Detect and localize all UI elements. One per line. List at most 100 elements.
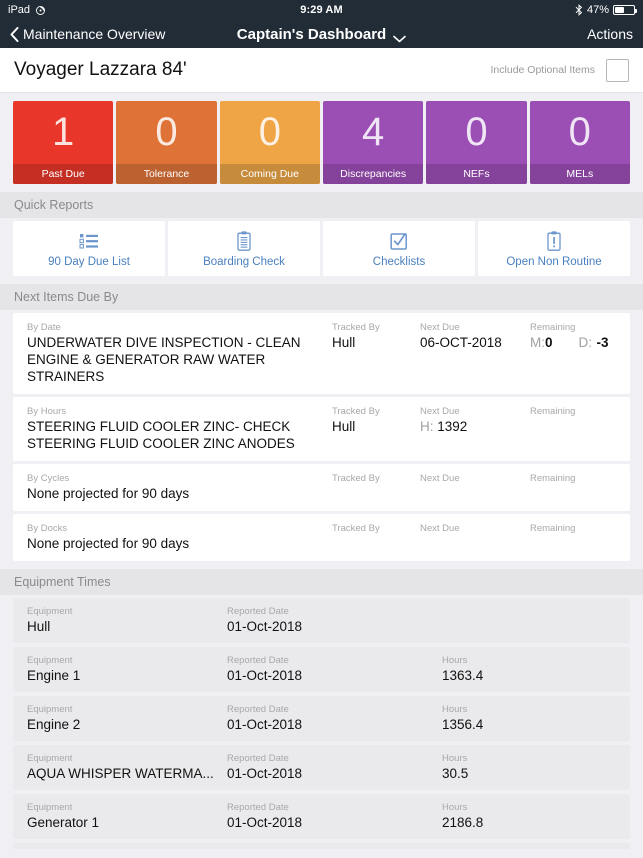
hours-label: Hours [442, 753, 468, 764]
hours-label: Hours [442, 655, 468, 666]
hours-column: Hours 1356.4 [442, 703, 616, 733]
next-item-title-column: By Cycles None projected for 90 days [27, 472, 332, 502]
equipment-value: Hull [27, 619, 51, 634]
clipboard-icon [233, 230, 255, 252]
equipment-name-column: Equipment AQUA WHISPER WATERMA... [27, 752, 227, 782]
status-bar-right: 47% [575, 4, 637, 16]
actions-button[interactable]: Actions [587, 26, 633, 42]
status-bar-time: 9:29 AM [300, 4, 343, 16]
tile-label: Coming Due [219, 164, 320, 184]
include-optional-items-checkbox[interactable] [606, 58, 629, 82]
quick-report-label: Checklists [372, 255, 426, 268]
back-button-label: Maintenance Overview [23, 26, 166, 42]
equipment-name-column: Equipment Generator 1 [27, 801, 227, 831]
equipment-row-aqua-whisper-watermaker[interactable]: Equipment AQUA WHISPER WATERMA... Report… [13, 745, 630, 790]
battery-icon [613, 5, 637, 15]
reported-date-column: Reported Date 01-Oct-2018 [227, 801, 442, 831]
remaining-label: Remaining [530, 406, 576, 417]
equipment-value: Engine 2 [27, 717, 81, 732]
next-item-row-by-hours[interactable]: By Hours STEERING FLUID COOLER ZINC- CHE… [13, 397, 630, 461]
tracked-by-value: Hull [332, 335, 356, 350]
reported-date-value: 01-Oct-2018 [227, 815, 303, 830]
quick-report-open-non-routine[interactable]: Open Non Routine [478, 221, 630, 276]
equipment-value: AQUA WHISPER WATERMA... [27, 766, 214, 781]
remaining-label: Remaining [530, 322, 576, 333]
remaining-days-value: -3 [596, 335, 609, 350]
status-tile-nefs[interactable]: 0 NEFs [426, 101, 527, 184]
reported-date-value: 01-Oct-2018 [227, 717, 303, 732]
reported-date-label: Reported Date [227, 802, 289, 813]
tile-value: 0 [258, 109, 281, 154]
next-item-tracked-by-column: Tracked By Hull [332, 405, 420, 452]
equipment-row-hull[interactable]: Equipment Hull Reported Date 01-Oct-2018 [13, 598, 630, 643]
next-item-kind: By Hours [27, 406, 67, 417]
reported-date-column: Reported Date 01-Oct-2018 [227, 654, 442, 684]
tracked-by-label: Tracked By [332, 523, 380, 534]
next-item-row-by-cycles[interactable]: By Cycles None projected for 90 days Tra… [13, 464, 630, 511]
next-due-label: Next Due [420, 322, 460, 333]
quick-report-label: 90 Day Due List [48, 255, 130, 268]
equipment-row-partial[interactable] [13, 843, 630, 849]
tile-value: 0 [465, 109, 488, 154]
hours-label: Hours [442, 704, 468, 715]
reported-date-column: Reported Date 01-Oct-2018 [227, 703, 442, 733]
tile-value: 4 [362, 109, 385, 154]
quick-report-90-day-due-list[interactable]: 90 Day Due List [13, 221, 165, 276]
next-item-tracked-by-column: Tracked By [332, 522, 420, 552]
chevron-down-icon[interactable] [393, 30, 407, 43]
next-item-title: STEERING FLUID COOLER ZINC- CHECK STEERI… [27, 419, 295, 451]
next-due-label: Next Due [420, 473, 460, 484]
next-item-kind: By Date [27, 322, 61, 333]
page-title: Captain's Dashboard [236, 25, 387, 43]
next-item-next-due-column: Next Due H: 1392 [420, 405, 530, 452]
next-item-row-by-date[interactable]: By Date UNDERWATER DIVE INSPECTION - CLE… [13, 313, 630, 394]
next-item-row-by-docks[interactable]: By Docks None projected for 90 days Trac… [13, 514, 630, 561]
status-tile-coming-due[interactable]: 0 Coming Due [219, 101, 320, 184]
reported-date-column: Reported Date 01-Oct-2018 [227, 752, 442, 782]
quick-report-boarding-check[interactable]: Boarding Check [168, 221, 320, 276]
hours-value: 30.5 [442, 766, 469, 781]
next-item-remaining-column: Remaining [530, 472, 616, 502]
equipment-row-engine-1[interactable]: Equipment Engine 1 Reported Date 01-Oct-… [13, 647, 630, 692]
tile-label: Discrepancies [322, 164, 424, 184]
chevron-left-icon [10, 26, 19, 42]
clipboard-alert-icon [543, 230, 565, 252]
checkbox-check-icon [388, 230, 410, 252]
hours-label: Hours [442, 802, 468, 813]
equipment-row-engine-2[interactable]: Equipment Engine 2 Reported Date 01-Oct-… [13, 696, 630, 741]
equipment-name-column: Equipment Engine 2 [27, 703, 227, 733]
status-tile-discrepancies[interactable]: 4 Discrepancies [322, 101, 424, 184]
next-due-prefix: H: [420, 419, 434, 434]
status-tiles: 1 Past Due 0 Tolerance 0 Coming Due 4 Di… [0, 93, 643, 184]
remaining-values: M:0 D: -3 [530, 334, 616, 352]
remaining-months-key: M: [530, 335, 545, 350]
equipment-row-generator-1[interactable]: Equipment Generator 1 Reported Date 01-O… [13, 794, 630, 839]
hours-value: 2186.8 [442, 815, 484, 830]
equipment-value: Engine 1 [27, 668, 81, 683]
status-tile-tolerance[interactable]: 0 Tolerance [116, 101, 217, 184]
quick-report-label: Boarding Check [203, 255, 285, 268]
equipment-label: Equipment [27, 753, 73, 764]
back-button[interactable]: Maintenance Overview [10, 26, 165, 42]
next-item-kind: By Cycles [27, 473, 70, 484]
next-item-next-due-column: Next Due [420, 472, 530, 502]
next-item-tracked-by-column: Tracked By Hull [332, 321, 420, 385]
tile-value: 0 [568, 109, 591, 154]
status-tile-mels[interactable]: 0 MELs [529, 101, 630, 184]
quick-report-checklists[interactable]: Checklists [323, 221, 475, 276]
equipment-name-column: Equipment Hull [27, 605, 227, 635]
equipment-times-list: Equipment Hull Reported Date 01-Oct-2018… [0, 595, 643, 849]
equipment-label: Equipment [27, 606, 73, 617]
navigation-bar: Maintenance Overview Captain's Dashboard… [0, 20, 643, 48]
next-due-label: Next Due [420, 406, 460, 417]
reported-date-label: Reported Date [227, 704, 289, 715]
next-item-remaining-column: Remaining M:0 D: -3 [530, 321, 616, 385]
hours-value: 1356.4 [442, 717, 484, 732]
tile-value: 0 [155, 109, 178, 154]
reported-date-label: Reported Date [227, 606, 289, 617]
reported-date-label: Reported Date [227, 655, 289, 666]
reported-date-column: Reported Date 01-Oct-2018 [227, 605, 442, 635]
quick-reports-row: 90 Day Due List Boarding Check Checklist… [0, 218, 643, 276]
status-tile-past-due[interactable]: 1 Past Due [13, 101, 114, 184]
tracked-by-label: Tracked By [332, 406, 380, 417]
